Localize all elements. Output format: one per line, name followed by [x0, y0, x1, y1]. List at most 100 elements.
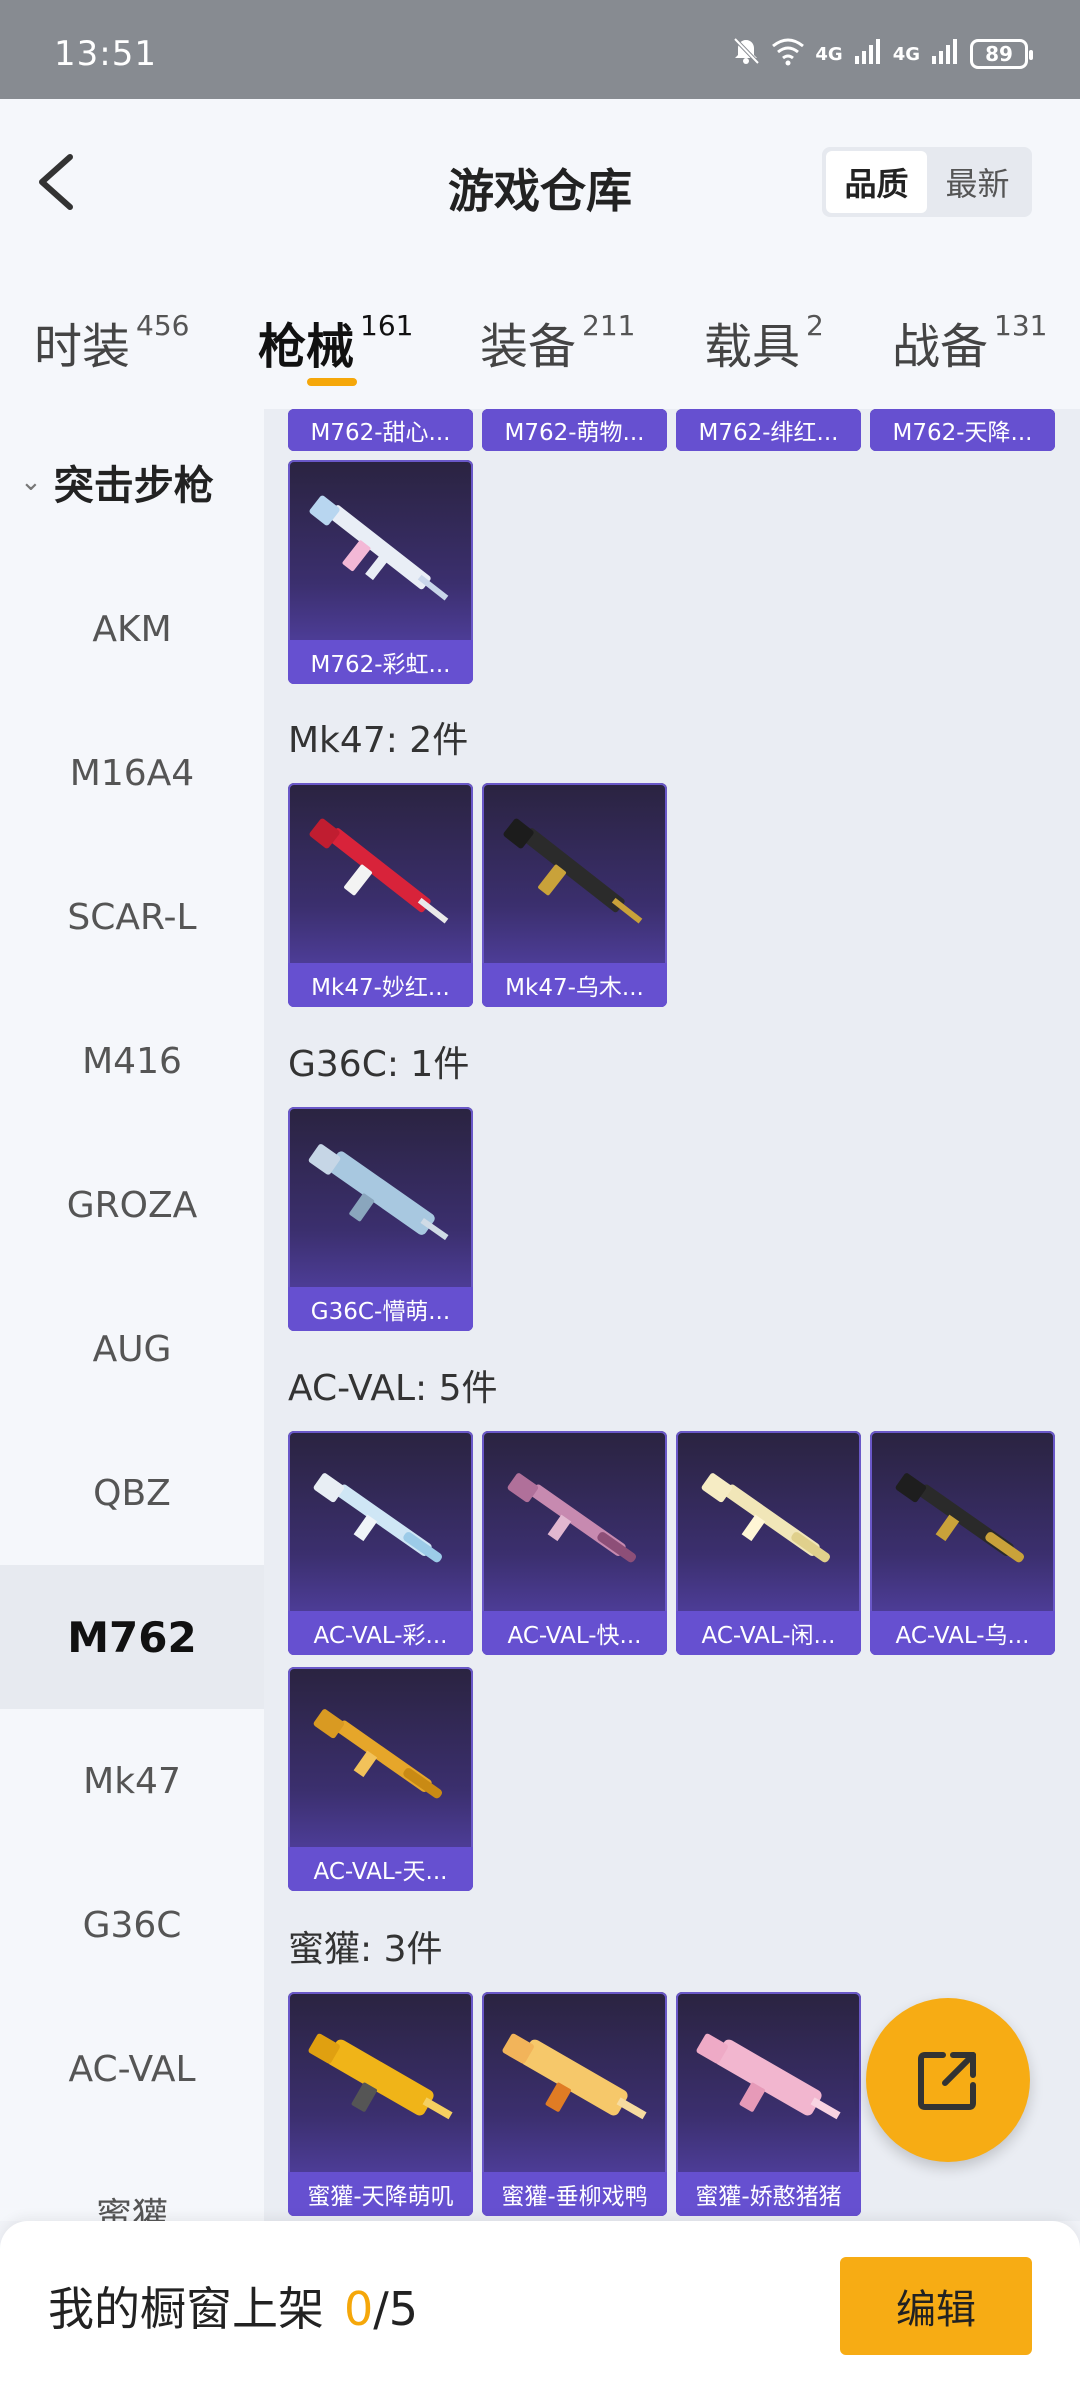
group-title: G36C: 1件 [288, 1044, 470, 1085]
skin-name: M762-天降... [870, 409, 1055, 451]
showcase-total-count: /5 [373, 2282, 419, 2336]
sidebar-item-g36c[interactable]: G36C [0, 1853, 264, 1997]
sidebar-item-groza[interactable]: GROZA [0, 1133, 264, 1277]
sidebar-item-scar-l[interactable]: SCAR-L [0, 845, 264, 989]
skin-card[interactable]: AC-VAL-彩... [288, 1431, 473, 1655]
rifle-image [309, 495, 449, 601]
skin-name: AC-VAL-乌... [870, 1611, 1055, 1655]
sidebar-item-honey-badger[interactable]: 蜜獾 [0, 2141, 264, 2221]
tab-label: 载具 [704, 319, 801, 375]
share-icon [918, 2052, 976, 2110]
sidebar-item-ac-val[interactable]: AC-VAL [0, 1997, 264, 2141]
tab-label: 装备 [480, 319, 577, 375]
chevron-down-icon: ⌄ [20, 467, 42, 497]
skin-name: M762-萌物... [482, 409, 667, 451]
mute-bell-icon [731, 36, 761, 72]
group-title: AC-VAL: 5件 [288, 1368, 498, 1409]
skin-card[interactable]: 蜜獾-娇憨猪猪 [676, 1992, 861, 2216]
status-time: 13:51 [54, 34, 157, 74]
skin-card[interactable]: M762-萌物... [482, 409, 667, 451]
skin-card[interactable]: 蜜獾-垂柳戏鸭 [482, 1992, 667, 2216]
tab-count: 161 [360, 309, 414, 342]
active-tab-indicator [307, 378, 357, 386]
sidebar-item-mk47[interactable]: Mk47 [0, 1709, 264, 1853]
showcase-label: 我的橱窗上架 [48, 2282, 324, 2336]
tab-firearms[interactable]: 枪械 161 [258, 307, 413, 377]
skin-name: 蜜獾-娇憨猪猪 [676, 2172, 861, 2216]
showcase-current-count: 0 [344, 2282, 374, 2336]
group-title: Mk47: 2件 [288, 720, 469, 761]
header: 游戏仓库 品质 最新 [0, 99, 1080, 259]
skin-card[interactable]: AC-VAL-快... [482, 1431, 667, 1655]
skin-card[interactable]: Mk47-乌木... [482, 783, 667, 1007]
battery-level: 89 [985, 42, 1013, 66]
sidebar-item-aug[interactable]: AUG [0, 1277, 264, 1421]
tab-label: 战备 [892, 319, 989, 375]
sidebar-item-qbz[interactable]: QBZ [0, 1421, 264, 1565]
signal-bars-icon [853, 36, 883, 72]
sidebar-item-m16a4[interactable]: M16A4 [0, 701, 264, 845]
skin-card[interactable]: M762-甜心... [288, 409, 473, 451]
skin-card[interactable]: M762-天降... [870, 409, 1055, 451]
skin-card[interactable]: M762-绯红... [676, 409, 861, 451]
rifle-image [309, 818, 449, 924]
signal-label-1: 4G [815, 43, 843, 65]
tab-count: 131 [994, 309, 1048, 342]
tab-label: 枪械 [258, 319, 355, 375]
rifle-image [701, 1473, 830, 1563]
group-title: 蜜獾: 3件 [288, 1929, 443, 1970]
sidebar-item-m416[interactable]: M416 [0, 989, 264, 1133]
status-bar: 13:51 4G 4G 89 [0, 0, 1080, 99]
signal-bars-icon [930, 36, 960, 72]
skin-name: G36C-懵萌... [288, 1287, 473, 1331]
skin-card[interactable]: AC-VAL-闲... [676, 1431, 861, 1655]
skin-card[interactable]: 蜜獾-天降萌叽 [288, 1992, 473, 2216]
rifle-image [308, 2033, 453, 2120]
rifle-image [895, 1473, 1024, 1563]
battery-icon: 89 [970, 39, 1033, 69]
skin-card[interactable]: M762-彩虹... [288, 460, 473, 684]
rifle-image [313, 1709, 442, 1799]
skin-name: Mk47-妙红... [288, 963, 473, 1007]
sidebar-item-akm[interactable]: AKM [0, 557, 264, 701]
skin-grid: M762-甜心... M762-萌物... M762-绯红... M762-天降… [264, 409, 1080, 2221]
edit-button[interactable]: 编辑 [840, 2257, 1032, 2355]
rifle-image [313, 1473, 442, 1563]
skin-card[interactable]: G36C-懵萌... [288, 1107, 473, 1331]
rifle-image [696, 2033, 841, 2120]
rifle-image [503, 818, 643, 924]
tab-count: 211 [582, 309, 636, 342]
wifi-icon [771, 36, 805, 72]
rifle-image [507, 1473, 636, 1563]
sort-quality-button[interactable]: 品质 [826, 151, 927, 213]
tab-equipment[interactable]: 装备 211 [480, 307, 635, 377]
rifle-image [308, 1144, 449, 1241]
skin-card[interactable]: AC-VAL-乌... [870, 1431, 1055, 1655]
tab-vehicles[interactable]: 载具 2 [704, 307, 824, 377]
sort-toggle: 品质 最新 [822, 147, 1032, 217]
showcase-status: 我的橱窗上架 0 /5 [48, 2273, 418, 2339]
skin-card[interactable]: AC-VAL-天... [288, 1667, 473, 1891]
tab-label: 时装 [34, 319, 131, 375]
sidebar-category-header[interactable]: ⌄ 突击步枪 [20, 453, 214, 511]
skin-name: Mk47-乌木... [482, 963, 667, 1007]
status-icons: 4G 4G 89 [731, 36, 1033, 72]
skin-name: 蜜獾-垂柳戏鸭 [482, 2172, 667, 2216]
skin-name: AC-VAL-彩... [288, 1611, 473, 1655]
signal-label-2: 4G [892, 43, 920, 65]
tab-fashion[interactable]: 时装 456 [34, 307, 189, 377]
tab-supplies[interactable]: 战备 131 [892, 307, 1047, 377]
skin-name: M762-甜心... [288, 409, 473, 451]
category-tabs: 时装 456 枪械 161 装备 211 载具 2 战备 131 [0, 259, 1080, 409]
skin-name: AC-VAL-天... [288, 1847, 473, 1891]
sidebar-item-m762[interactable]: M762 [0, 1565, 264, 1709]
rifle-image [502, 2033, 647, 2120]
tab-count: 2 [806, 309, 824, 342]
share-button[interactable] [866, 1998, 1030, 2162]
sidebar-category-label: 突击步枪 [53, 463, 214, 509]
sort-newest-button[interactable]: 最新 [927, 151, 1028, 213]
skin-name: M762-绯红... [676, 409, 861, 451]
skin-card[interactable]: Mk47-妙红... [288, 783, 473, 1007]
bottom-bar: 我的橱窗上架 0 /5 编辑 [0, 2221, 1080, 2388]
skin-name: AC-VAL-闲... [676, 1611, 861, 1655]
